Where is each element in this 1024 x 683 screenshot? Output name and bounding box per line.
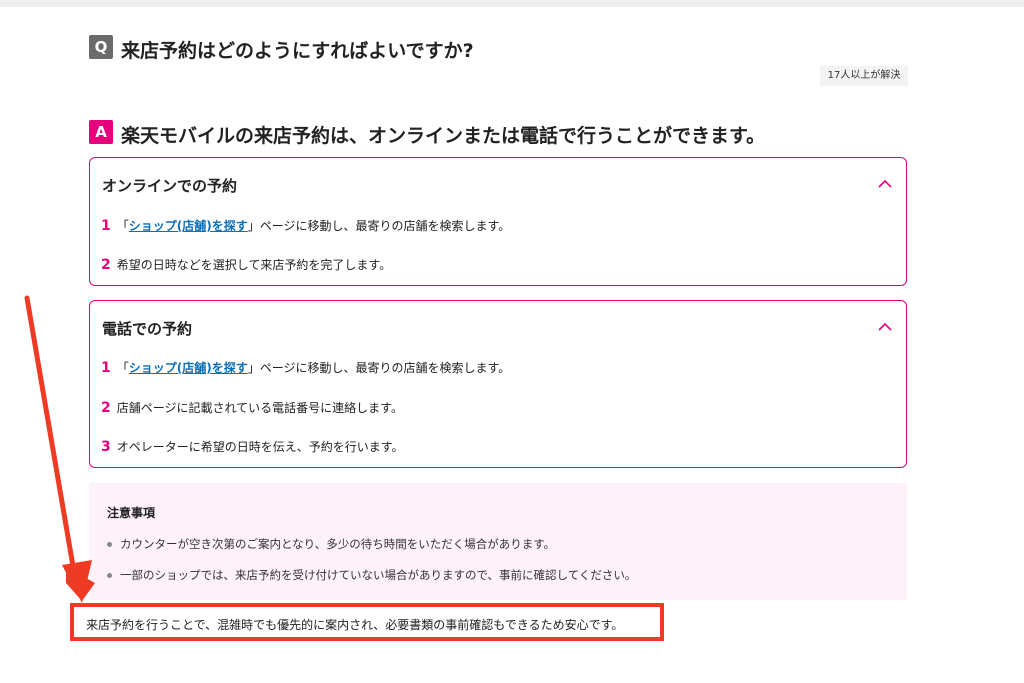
- note-text: カウンターが空き次第のご案内となり、多少の待ち時間をいただく場合があります。: [120, 537, 556, 551]
- answer-badge: A: [89, 120, 113, 144]
- step-text: 」ページに移動し、最寄りの店舗を検索します。: [247, 361, 511, 375]
- note-item: 一部のショップでは、来店予約を受け付けていない場合がありますので、事前に確認して…: [107, 567, 636, 583]
- chevron-up-icon[interactable]: [878, 322, 892, 332]
- step-text: 」ページに移動し、最寄りの店舗を検索します。: [247, 219, 511, 233]
- phone-step-3: 3 オペレーターに希望の日時を伝え、予約を行います。: [101, 438, 404, 455]
- highlight-annotation-box: 来店予約を行うことで、混雑時でも優先的に案内され、必要書類の事前確認もできるため…: [70, 603, 664, 641]
- step-text: 希望の日時などを選択して来店予約を完了します。: [116, 258, 392, 272]
- notes-title: 注意事項: [107, 506, 156, 520]
- step-text: 「: [116, 361, 129, 375]
- question-badge: Q: [89, 35, 113, 59]
- notes-box: 注意事項 カウンターが空き次第のご案内となり、多少の待ち時間をいただく場合があり…: [89, 483, 907, 600]
- bullet-icon: [107, 542, 112, 547]
- step-number: 1: [101, 360, 111, 376]
- highlight-text: 来店予約を行うことで、混雑時でも優先的に案内され、必要書類の事前確認もできるため…: [86, 618, 624, 632]
- chevron-up-icon[interactable]: [878, 179, 892, 189]
- phone-reservation-title[interactable]: 電話での予約: [102, 318, 192, 339]
- resolved-count-badge: 17人以上が解決: [820, 66, 908, 86]
- step-text: 店舗ページに記載されている電話番号に連絡します。: [116, 401, 403, 415]
- shop-search-link[interactable]: ショップ(店舗)を探す: [129, 219, 248, 233]
- step-number: 3: [101, 439, 111, 455]
- step-text: オペレーターに希望の日時を伝え、予約を行います。: [116, 440, 404, 454]
- question-title: 来店予約はどのようにすればよいですか?: [121, 40, 474, 62]
- phone-reservation-accordion: 電話での予約 1 「ショップ(店舗)を探す」ページに移動し、最寄りの店舗を検索しま…: [89, 300, 907, 468]
- bullet-icon: [107, 573, 112, 578]
- top-bar: [0, 0, 1024, 7]
- step-number: 2: [101, 257, 111, 273]
- step-text: 「: [116, 219, 129, 233]
- note-item: カウンターが空き次第のご案内となり、多少の待ち時間をいただく場合があります。: [107, 536, 555, 552]
- online-reservation-title[interactable]: オンラインでの予約: [102, 175, 237, 196]
- step-number: 1: [101, 218, 111, 234]
- online-reservation-accordion: オンラインでの予約 1 「ショップ(店舗)を探す」ページに移動し、最寄りの店舗を検…: [89, 157, 907, 286]
- shop-search-link[interactable]: ショップ(店舗)を探す: [129, 361, 248, 375]
- online-step-1: 1 「ショップ(店舗)を探す」ページに移動し、最寄りの店舗を検索します。: [101, 217, 510, 234]
- phone-step-2: 2 店舗ページに記載されている電話番号に連絡します。: [101, 399, 403, 416]
- note-text: 一部のショップでは、来店予約を受け付けていない場合がありますので、事前に確認して…: [120, 568, 637, 582]
- phone-step-1: 1 「ショップ(店舗)を探す」ページに移動し、最寄りの店舗を検索します。: [101, 359, 510, 376]
- online-step-2: 2 希望の日時などを選択して来店予約を完了します。: [101, 256, 391, 273]
- step-number: 2: [101, 400, 111, 416]
- answer-title: 楽天モバイルの来店予約は、オンラインまたは電話で行うことができます。: [121, 125, 766, 147]
